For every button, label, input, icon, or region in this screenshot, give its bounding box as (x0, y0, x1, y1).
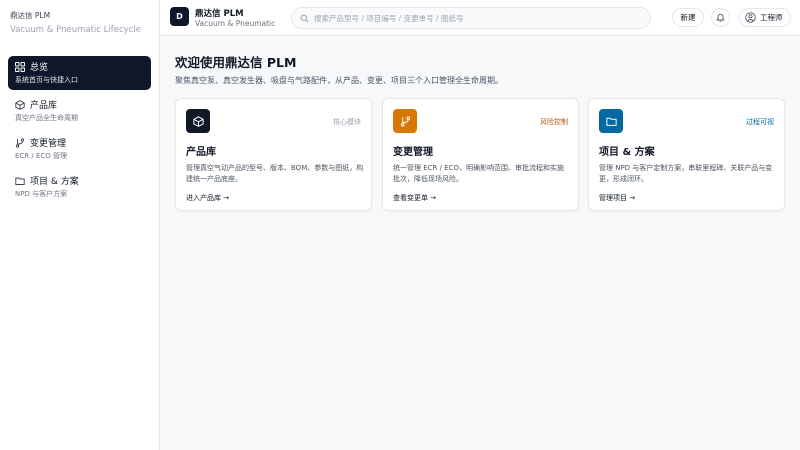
card-icon-box (393, 109, 417, 133)
bell-icon (716, 13, 725, 22)
main-content: 欢迎使用鼎达信 PLM 聚焦真空泵、真空发生器、吸盘与气路配件，从产品、变更、项… (160, 36, 800, 450)
user-avatar-icon (745, 12, 756, 23)
sidebar-item-label: 总览 (30, 63, 49, 73)
user-menu[interactable]: 工程师 (739, 8, 791, 27)
card-tag: 过程可视 (746, 118, 774, 126)
app-logo: D (170, 7, 189, 26)
card-icon-box (186, 109, 210, 133)
card-tag: 风险控制 (540, 118, 568, 126)
new-button[interactable]: 新建 (672, 8, 704, 27)
card-title: 变更管理 (393, 147, 433, 158)
search-input[interactable] (314, 13, 634, 23)
folder-icon (605, 117, 617, 126)
package-icon (15, 99, 25, 110)
search-icon (300, 14, 309, 22)
card-description: 管理 NPD 与客户定制方案，串联里程碑、关联产品与变更，形成闭环。 (599, 164, 773, 183)
app-subtitle: Vacuum & Pneumatic (195, 19, 276, 28)
page-title: 欢迎使用鼎达信 PLM (175, 55, 297, 70)
card-title: 项目 & 方案 (599, 147, 655, 158)
card-projects[interactable]: 过程可视 项目 & 方案 管理 NPD 与客户定制方案，串联里程碑、关联产品与变… (588, 98, 785, 211)
sidebar-item-label: 项目 & 方案 (30, 177, 79, 187)
card-products[interactable]: 核心模块 产品库 管理真空气动产品的型号、版本、BOM、参数与图纸，构建统一产品… (175, 98, 372, 211)
package-icon (192, 115, 204, 127)
sidebar-item-desc: NPD 与客户方案 (15, 190, 68, 198)
sidebar-brand: 鼎达信 PLM Vacuum & Pneumatic Lifecycle (0, 0, 159, 44)
sidebar-nav: 总览 系统首页与快捷入口 产品库 真空产品全生命周期 变更管理 ECR / EC… (0, 44, 159, 204)
folder-icon (15, 176, 25, 186)
sidebar-item-overview[interactable]: 总览 系统首页与快捷入口 (8, 56, 151, 90)
sidebar-item-desc: ECR / ECO 管理 (15, 152, 68, 160)
card-description: 管理真空气动产品的型号、版本、BOM、参数与图纸，构建统一产品底座。 (186, 164, 364, 183)
sidebar-item-desc: 系统首页与快捷入口 (15, 76, 78, 84)
search-box[interactable] (291, 7, 651, 29)
git-branch-icon (400, 115, 410, 127)
sidebar-item-desc: 真空产品全生命周期 (15, 114, 78, 122)
sidebar-item-projects[interactable]: 项目 & 方案 NPD 与客户方案 (8, 170, 151, 204)
card-link-changes[interactable]: 查看变更单 → (393, 193, 436, 203)
card-title: 产品库 (186, 147, 216, 158)
notification-button[interactable] (711, 8, 730, 27)
card-changes[interactable]: 风险控制 变更管理 统一管理 ECR / ECO，明确影响范围、审批流程和实施批… (382, 98, 579, 211)
user-name: 工程师 (760, 13, 783, 22)
git-branch-icon (15, 137, 25, 148)
sidebar-item-label: 产品库 (30, 101, 58, 111)
card-icon-box (599, 109, 623, 133)
sidebar: 鼎达信 PLM Vacuum & Pneumatic Lifecycle 总览 … (0, 0, 160, 450)
card-description: 统一管理 ECR / ECO，明确影响范围、审批流程和实施批次，降低现场风险。 (393, 164, 565, 183)
card-tag: 核心模块 (333, 118, 361, 126)
page-subtitle: 聚焦真空泵、真空发生器、吸盘与气路配件，从产品、变更、项目三个入口管理全生命周期… (175, 76, 503, 85)
dashboard-icon (15, 61, 25, 72)
topbar: D 鼎达信 PLM Vacuum & Pneumatic 新建 工程师 (160, 0, 800, 36)
brand-name: 鼎达信 PLM (10, 11, 51, 20)
app-name: 鼎达信 PLM (195, 9, 244, 19)
card-link-projects[interactable]: 管理项目 → (599, 193, 635, 203)
sidebar-item-products[interactable]: 产品库 真空产品全生命周期 (8, 94, 151, 128)
sidebar-item-label: 变更管理 (30, 139, 67, 149)
card-link-products[interactable]: 进入产品库 → (186, 193, 229, 203)
brand-tagline: Vacuum & Pneumatic Lifecycle (10, 25, 141, 35)
sidebar-item-changes[interactable]: 变更管理 ECR / ECO 管理 (8, 132, 151, 166)
